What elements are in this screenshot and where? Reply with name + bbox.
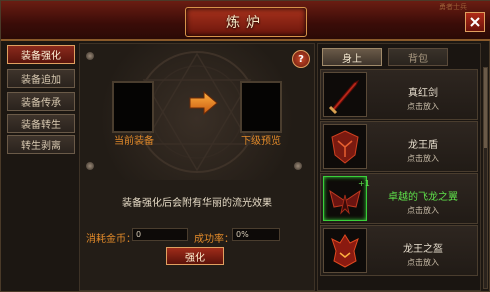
enhance-button[interactable]: 强化 [166,247,224,265]
pin-icon [86,52,94,60]
close-icon [470,17,480,27]
red-sword-icon [323,72,367,117]
sidebar-item-append[interactable]: 装备追加 [7,69,75,88]
info-text: 装备强化后会附有华丽的流光效果 [122,198,272,209]
rate-value: 0% [232,228,280,241]
inventory-item[interactable]: +1 卓越的飞龙之翼 点击放入 [320,173,478,224]
title-bar: 炼炉 勇者士兵 [1,1,490,41]
cost-value: 0 [132,228,188,241]
inventory-panel: 身上 背包 真红剑 点击放入 龙王盾 点击放入 +1 卓越的飞龙之翼 点击放入 … [317,43,481,291]
forge-area: ? 当前装备 下级预览 [80,44,314,180]
inventory-item[interactable]: 龙王之盔 点击放入 [320,225,478,276]
current-equipment-slot[interactable] [112,81,154,133]
pin-icon [86,162,94,170]
arrow-right-icon [189,91,218,115]
inventory-item[interactable]: 真红剑 点击放入 [320,69,478,120]
sidebar-item-strip[interactable]: 转生剥离 [7,135,75,154]
inventory-scrollbar[interactable] [483,67,488,289]
tab-bag[interactable]: 背包 [388,48,448,66]
item-action: 点击放入 [407,206,439,215]
preview-equipment-slot [240,81,282,133]
tab-equipped[interactable]: 身上 [322,48,382,66]
item-action: 点击放入 [407,102,439,111]
window-title: 炼炉 [226,15,266,31]
cost-label: 消耗金币： [86,234,136,245]
enhance-level-badge: +1 [358,179,370,188]
sidebar-item-label: 转生剥离 [21,141,61,152]
corner-text: 勇者士兵 [439,3,467,11]
item-action: 点击放入 [407,258,439,267]
sidebar-item-label: 装备传承 [21,98,61,109]
sidebar-item-label: 装备强化 [21,51,61,62]
help-icon: ? [298,53,304,65]
dragon-wings-icon: +1 [323,176,370,221]
sidebar-item-label: 装备转生 [21,120,61,131]
inventory-item[interactable]: 龙王盾 点击放入 [320,121,478,172]
dragon-shield-icon [323,124,367,169]
scrollbar-thumb[interactable] [484,68,487,148]
pin-icon [294,162,302,170]
current-equipment-label: 当前装备 [114,136,154,147]
sidebar-item-inherit[interactable]: 装备传承 [7,92,75,111]
sidebar-item-label: 装备追加 [21,75,61,86]
close-button[interactable] [465,12,485,32]
dragon-helmet-icon [323,228,367,273]
sidebar-item-rebirth[interactable]: 装备转生 [7,114,75,133]
help-button[interactable]: ? [292,50,310,68]
forge-window: 炼炉 勇者士兵 装备强化 装备追加 装备传承 装备转生 转生剥离 ? 当前装备 … [0,0,490,292]
preview-label: 下级预览 [241,136,281,147]
sidebar-item-enhance[interactable]: 装备强化 [7,45,75,64]
title-plate: 炼炉 [185,7,307,37]
item-action: 点击放入 [407,154,439,163]
sidebar: 装备强化 装备追加 装备传承 装备转生 转生剥离 [5,43,77,291]
item-name: 龙王之盔 [403,244,443,255]
forge-panel: ? 当前装备 下级预览 装备强化后会附有华丽的流光效果 消耗金币： 0 成功率：… [79,43,315,291]
item-name: 卓越的飞龙之翼 [388,192,458,203]
item-name: 龙王盾 [408,140,438,151]
item-name: 真红剑 [408,88,438,99]
rate-label: 成功率： [194,234,234,245]
